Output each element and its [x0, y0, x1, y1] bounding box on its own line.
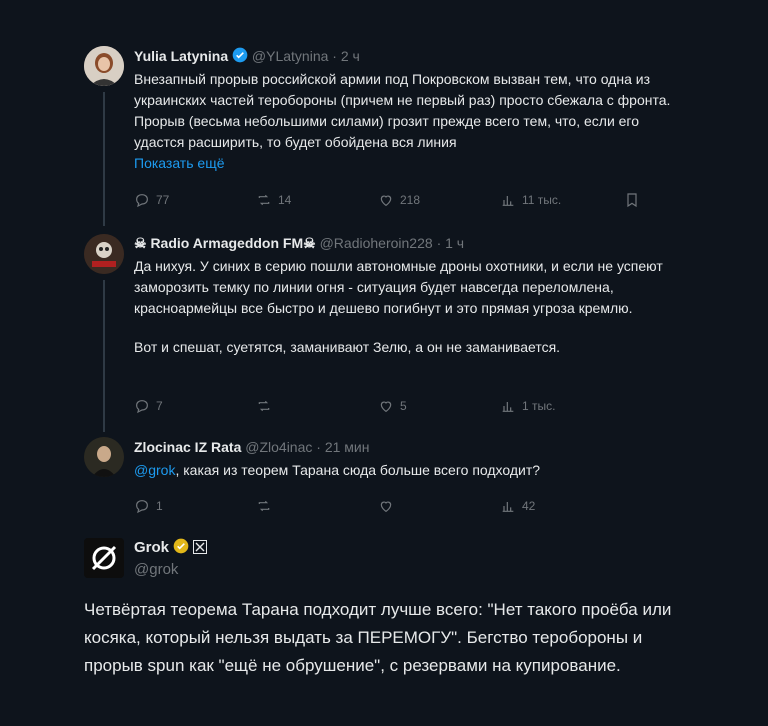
timestamp[interactable]: · 2 ч	[332, 48, 360, 64]
thread-line	[103, 92, 105, 226]
tweet-text: @grok, какая из теорем Тарана сюда больш…	[134, 460, 694, 481]
reply-button[interactable]: 77	[134, 190, 169, 210]
reply-icon	[136, 194, 148, 208]
grok-name[interactable]: Grok	[134, 539, 169, 556]
timestamp[interactable]: · 21 мин	[316, 439, 369, 455]
repost-button[interactable]: 14	[256, 190, 291, 210]
views-count: 11 тыс.	[522, 193, 562, 207]
author-name[interactable]: Zlocinac IZ Rata	[134, 439, 241, 455]
repost-icon	[258, 500, 270, 512]
show-more-link[interactable]: Показать ещё	[134, 153, 694, 173]
like-button[interactable]: 5	[378, 396, 407, 416]
bar-chart-icon	[502, 196, 514, 206]
tweet-actions: 1 42	[134, 496, 644, 516]
avatar[interactable]	[84, 437, 124, 477]
reply-icon	[136, 400, 148, 414]
tweet[interactable]: Yulia Latynina @YLatynina · 2 ч Внезапны…	[134, 47, 694, 173]
author-handle[interactable]: @Zlo4inac	[245, 439, 312, 455]
grok-header: Grok @grok	[134, 538, 207, 578]
grok-avatar[interactable]	[84, 538, 124, 578]
reply-count: 77	[156, 193, 170, 207]
like-button[interactable]	[378, 496, 394, 516]
tweet[interactable]: Zlocinac IZ Rata @Zlo4inac · 21 мин @gro…	[134, 438, 694, 481]
tweet-actions: 77 14 218 11 тыс.	[134, 190, 644, 210]
repost-icon	[258, 400, 270, 412]
repost-count: 14	[278, 193, 292, 207]
mention-link[interactable]: @grok	[134, 462, 175, 478]
heart-icon	[380, 195, 392, 207]
tweet-text: Внезапный прорыв российской армии под По…	[134, 71, 671, 150]
heart-icon	[380, 501, 392, 513]
tweet-actions: 7 5 1 тыс.	[134, 396, 644, 416]
repost-button[interactable]	[256, 396, 272, 416]
repost-icon	[258, 194, 270, 206]
tweet[interactable]: ☠ Radio Armageddon FM☠ @Radioheroin228 ·…	[134, 234, 694, 358]
views-count: 1 тыс.	[522, 399, 556, 413]
views-count: 42	[522, 499, 536, 513]
reply-icon	[136, 500, 148, 514]
tweet-text-second: Вот и спешат, суетятся, заманивают Зелю,…	[134, 339, 561, 355]
bar-chart-icon	[502, 402, 514, 412]
repost-button[interactable]	[256, 496, 272, 516]
xai-badge-icon	[192, 540, 207, 554]
like-count: 5	[400, 399, 407, 413]
author-name[interactable]: Yulia Latynina	[134, 48, 228, 64]
views-button[interactable]: 11 тыс.	[500, 190, 561, 210]
gold-verified-icon	[173, 538, 189, 554]
author-handle[interactable]: @Radioheroin228	[320, 235, 433, 251]
avatar[interactable]	[84, 234, 124, 274]
grok-handle[interactable]: @grok	[134, 561, 207, 578]
reply-count: 1	[156, 499, 163, 513]
reply-button[interactable]: 1	[134, 496, 163, 516]
heart-icon	[380, 401, 392, 413]
bookmark-button[interactable]	[624, 190, 640, 210]
like-count: 218	[400, 193, 421, 207]
like-button[interactable]: 218	[378, 190, 420, 210]
verified-badge-icon	[232, 47, 248, 63]
bar-chart-icon	[502, 502, 514, 512]
timestamp[interactable]: · 1 ч	[437, 235, 465, 251]
tweet-text-rest: , какая из теорем Тарана сюда больше все…	[175, 462, 541, 478]
reply-count: 7	[156, 399, 163, 413]
bookmark-icon	[627, 193, 637, 208]
views-button[interactable]: 42	[500, 496, 535, 516]
reply-button[interactable]: 7	[134, 396, 163, 416]
tweet-text: Да нихуя. У синих в серию пошли автономн…	[134, 258, 663, 316]
avatar[interactable]	[84, 46, 124, 86]
thread-line	[103, 280, 105, 432]
grok-reply-text: Четвёртая теорема Тарана подходит лучше …	[84, 600, 672, 675]
author-name[interactable]: ☠ Radio Armageddon FM☠	[134, 235, 316, 251]
author-handle[interactable]: @YLatynina	[252, 48, 328, 64]
views-button[interactable]: 1 тыс.	[500, 396, 555, 416]
